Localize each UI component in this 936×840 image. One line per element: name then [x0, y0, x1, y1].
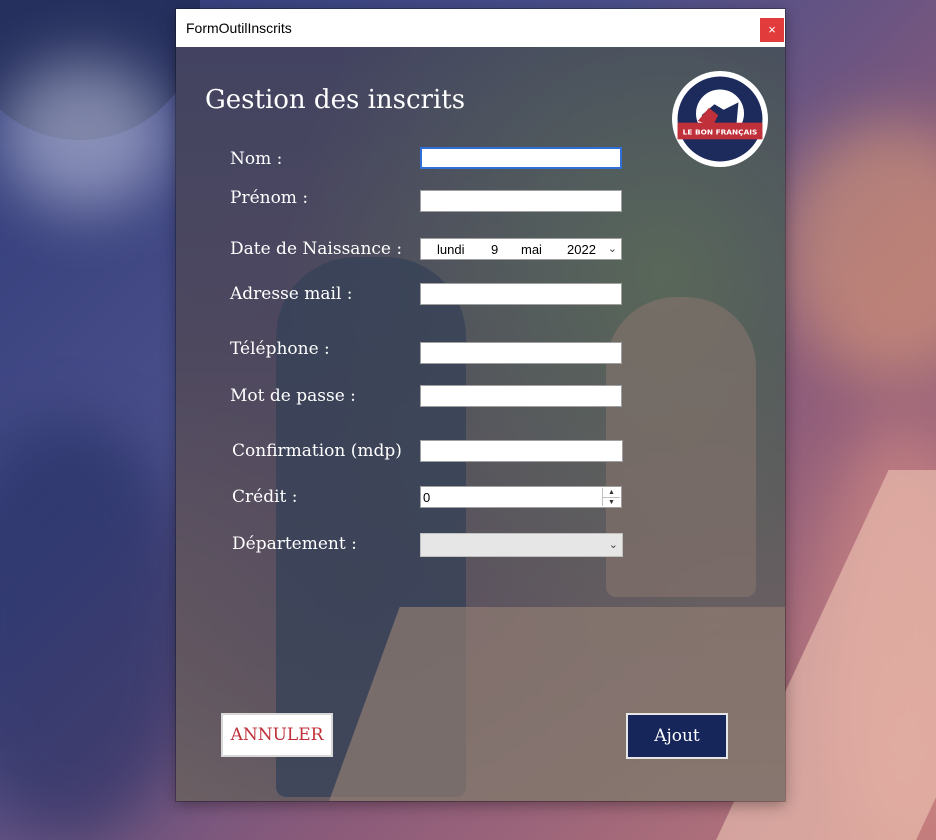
logo: LE BON FRANÇAIS: [672, 71, 768, 167]
logo-emblem-icon: LE BON FRANÇAIS: [677, 76, 763, 162]
date-day-name: lundi: [437, 242, 465, 257]
arrow-down-icon[interactable]: ▼: [603, 498, 620, 507]
cancel-button[interactable]: ANNULER: [221, 713, 333, 757]
confirmation-input[interactable]: [420, 440, 623, 462]
close-icon: ×: [768, 22, 776, 37]
mot-de-passe-label: Mot de passe :: [230, 386, 356, 406]
telephone-input[interactable]: [420, 342, 622, 364]
date-year: 2022: [567, 242, 596, 257]
departement-select[interactable]: ⌄: [420, 533, 623, 557]
form-body: Gestion des inscrits LE BON FRANÇAIS Nom…: [176, 47, 785, 801]
date-day: 9: [491, 242, 499, 257]
confirmation-label: Confirmation (mdp): [232, 441, 402, 461]
date-naissance-picker[interactable]: lundi 9 mai 2022 ⌄: [420, 238, 622, 260]
nom-input[interactable]: [420, 147, 622, 169]
form-window: FormOutilInscrits × Gestion des inscrits…: [176, 9, 785, 801]
date-month: mai: [521, 242, 542, 257]
arrow-up-icon[interactable]: ▲: [603, 488, 620, 498]
departement-label: Département :: [232, 534, 357, 554]
credit-label: Crédit :: [232, 487, 298, 507]
credit-spin-buttons[interactable]: ▲ ▼: [602, 488, 620, 506]
add-button[interactable]: Ajout: [626, 713, 728, 759]
prenom-input[interactable]: [420, 190, 622, 212]
logo-text: LE BON FRANÇAIS: [683, 128, 758, 137]
mot-de-passe-input[interactable]: [420, 385, 622, 407]
prenom-label: Prénom :: [230, 188, 309, 208]
email-label: Adresse mail :: [230, 284, 353, 304]
chevron-down-icon[interactable]: ⌄: [609, 538, 618, 551]
chevron-down-icon[interactable]: ⌄: [608, 242, 617, 255]
window-title: FormOutilInscrits: [186, 20, 292, 36]
title-bar: FormOutilInscrits ×: [176, 9, 785, 47]
nom-label: Nom :: [230, 149, 283, 169]
credit-stepper[interactable]: 0 ▲ ▼: [420, 486, 622, 508]
close-button[interactable]: ×: [760, 18, 784, 42]
page-title: Gestion des inscrits: [205, 85, 466, 115]
credit-value: 0: [423, 490, 431, 505]
date-naissance-label: Date de Naissance :: [230, 239, 403, 259]
email-input[interactable]: [420, 283, 622, 305]
telephone-label: Téléphone :: [230, 339, 330, 359]
